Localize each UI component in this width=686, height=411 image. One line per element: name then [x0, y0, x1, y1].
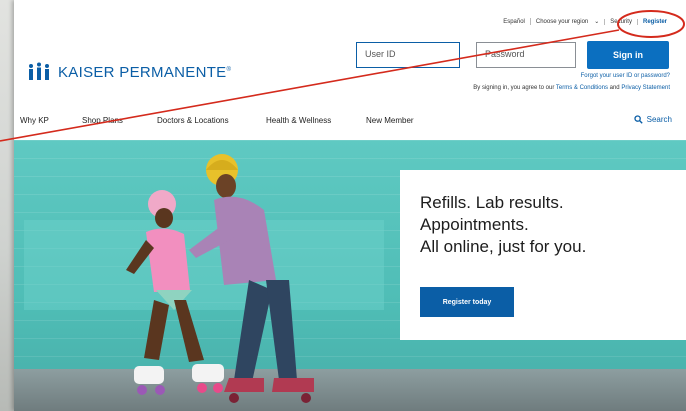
promo-card: Refills. Lab results. Appointments. All …	[400, 170, 686, 340]
language-link[interactable]: Español	[498, 19, 530, 25]
nav-why-kp[interactable]: Why KP	[20, 116, 49, 125]
background-wall	[0, 0, 14, 411]
privacy-link[interactable]: Privacy Statement	[621, 85, 670, 91]
nav-search[interactable]: Search	[633, 115, 672, 124]
search-label: Search	[646, 115, 672, 124]
and-text: and	[609, 85, 620, 91]
hero-banner: Refills. Lab results. Appointments. All …	[14, 140, 686, 411]
kp-logo-icon	[29, 62, 49, 80]
promo-line-2: Appointments.	[420, 215, 529, 234]
nav-new-member[interactable]: New Member	[366, 116, 414, 125]
nav-health-wellness[interactable]: Health & Wellness	[266, 116, 331, 125]
agree-text: By signing in, you agree to our	[473, 85, 555, 91]
utility-bar: Español Choose your region ⌄ Security Reg…	[498, 18, 672, 25]
logo-wordmark: KAISER PERMANENTE	[58, 63, 227, 81]
search-icon	[633, 115, 643, 124]
forgot-link[interactable]: Forgot your user ID or password?	[581, 73, 670, 79]
promo-line-1: Refills. Lab results.	[420, 193, 564, 212]
region-label: Choose your region	[535, 19, 589, 25]
main-nav: Why KP Shop Plans Doctors & Locations He…	[14, 112, 686, 132]
userid-input[interactable]: User ID	[356, 42, 460, 68]
terms-link[interactable]: Terms & Conditions	[556, 85, 608, 91]
nav-shop-plans[interactable]: Shop Plans	[82, 116, 123, 125]
region-selector[interactable]: Choose your region ⌄	[529, 18, 604, 25]
registered-mark: ®	[226, 66, 232, 73]
chevron-down-icon: ⌄	[594, 19, 600, 25]
nav-doctors-locations[interactable]: Doctors & Locations	[157, 116, 229, 125]
register-link[interactable]: Register	[636, 18, 672, 25]
security-link[interactable]: Security	[604, 18, 637, 25]
kaiser-logo[interactable]: KAISER PERMANENTE®	[26, 62, 231, 82]
password-input[interactable]: Password	[476, 42, 576, 68]
promo-line-3: All online, just for you.	[420, 237, 587, 256]
browser-screen: Español Choose your region ⌄ Security Reg…	[14, 0, 686, 411]
sign-in-button[interactable]: Sign in	[587, 41, 669, 69]
register-today-button[interactable]: Register today	[420, 287, 514, 317]
logo-text: KAISER PERMANENTE®	[58, 64, 231, 81]
terms-notice: By signing in, you agree to our Terms & …	[473, 85, 670, 91]
